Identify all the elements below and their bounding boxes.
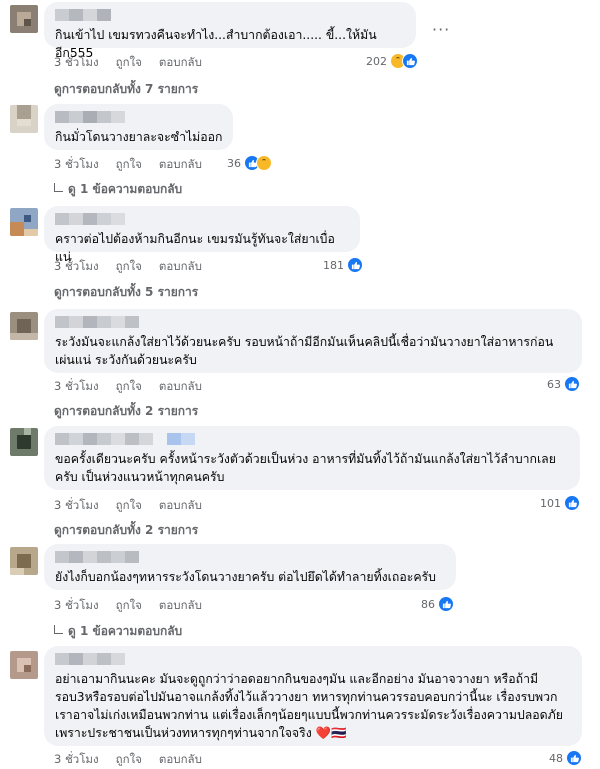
avatar[interactable]: [10, 5, 38, 33]
commenter-name-redacted[interactable]: [55, 213, 350, 225]
reply-button[interactable]: ตอบกลับ: [159, 54, 202, 72]
avatar[interactable]: [10, 312, 38, 340]
commenter-name-redacted[interactable]: [55, 653, 572, 665]
like-button[interactable]: ถูกใจ: [116, 378, 142, 396]
comment-bubble: กินมั่วโดนวางยาละจะซำไม่ออก: [44, 104, 233, 150]
comment-actions: 3 ชั่วโมง ถูกใจ ตอบกลับ: [54, 751, 202, 769]
commenter-name-redacted[interactable]: [55, 111, 223, 123]
view-replies-link[interactable]: ดูการตอบกลับทั้ง 7 รายการ: [54, 80, 198, 99]
like-reaction-icon: [402, 53, 418, 69]
timestamp[interactable]: 3 ชั่วโมง: [54, 156, 99, 174]
comment-text: ระวังมันจะแกล้งใส่ยาไว้ด้วยนะครับ รอบหน้…: [55, 335, 554, 367]
view-replies-link[interactable]: ดูการตอบกลับทั้ง 2 รายการ: [54, 402, 198, 421]
avatar[interactable]: [10, 208, 38, 236]
like-button[interactable]: ถูกใจ: [116, 54, 142, 72]
reply-arrow-icon: [54, 183, 63, 192]
reaction-count: 202: [366, 54, 387, 68]
avatar[interactable]: [10, 105, 38, 133]
replies-label[interactable]: ดู 1 ข้อความตอบกลับ: [68, 182, 182, 196]
like-button[interactable]: ถูกใจ: [116, 497, 142, 515]
comment-actions: 3 ชั่วโมง ถูกใจ ตอบกลับ: [54, 497, 202, 515]
avatar[interactable]: [10, 547, 38, 575]
timestamp[interactable]: 3 ชั่วโมง: [54, 597, 99, 615]
reaction-summary[interactable]: 48: [549, 750, 582, 766]
reaction-summary[interactable]: 101: [540, 495, 580, 511]
reply-button[interactable]: ตอบกลับ: [159, 258, 202, 276]
like-reaction-icon: [347, 257, 363, 273]
reply-button[interactable]: ตอบกลับ: [159, 597, 202, 615]
commenter-name-redacted[interactable]: [55, 551, 446, 563]
comment-actions: 3 ชั่วโมง ถูกใจ ตอบกลับ: [54, 156, 202, 174]
replies-label[interactable]: ดูการตอบกลับทั้ง 2 รายการ: [54, 523, 198, 537]
reply-button[interactable]: ตอบกลับ: [159, 156, 202, 174]
commenter-name-redacted[interactable]: [55, 433, 570, 445]
replies-label[interactable]: ดูการตอบกลับทั้ง 2 รายการ: [54, 404, 198, 418]
replies-label[interactable]: ดูการตอบกลับทั้ง 5 รายการ: [54, 285, 198, 299]
comment-actions: 3 ชั่วโมง ถูกใจ ตอบกลับ: [54, 258, 202, 276]
commenter-name-redacted[interactable]: [55, 9, 406, 21]
like-reaction-icon: [564, 376, 580, 392]
reaction-count: 48: [549, 751, 563, 765]
reply-button[interactable]: ตอบกลับ: [159, 378, 202, 396]
like-button[interactable]: ถูกใจ: [116, 258, 142, 276]
replies-label[interactable]: ดูการตอบกลับทั้ง 7 รายการ: [54, 82, 198, 96]
reply-arrow-icon: [54, 625, 63, 634]
comment-bubble: ระวังมันจะแกล้งใส่ยาไว้ด้วยนะครับ รอบหน้…: [44, 309, 582, 373]
reaction-summary[interactable]: 63: [547, 376, 580, 392]
comment-text: ยังไงก็บอกน้องๆทหารระวังโดนวางยาครับ ต่อ…: [55, 570, 436, 584]
comment-actions: 3 ชั่วโมง ถูกใจ ตอบกลับ: [54, 378, 202, 396]
reply-button[interactable]: ตอบกลับ: [159, 751, 202, 769]
like-reaction-icon: [438, 596, 454, 612]
comment-bubble: ยังไงก็บอกน้องๆทหารระวังโดนวางยาครับ ต่อ…: [44, 544, 456, 590]
reaction-summary[interactable]: 181: [323, 257, 363, 273]
commenter-name-redacted[interactable]: [55, 316, 572, 328]
comment-bubble: อย่าเอามากินนะคะ มันจะดูถูกว่าว่าอดอยากก…: [44, 646, 582, 746]
reaction-summary[interactable]: 202 ᵔ: [366, 53, 418, 69]
comment-actions: 3 ชั่วโมง ถูกใจ ตอบกลับ: [54, 597, 202, 615]
reaction-summary[interactable]: 36 ᵔ: [227, 155, 272, 171]
more-options-icon[interactable]: ···: [432, 20, 450, 39]
timestamp[interactable]: 3 ชั่วโมง: [54, 378, 99, 396]
view-replies-link[interactable]: ดู 1 ข้อความตอบกลับ: [54, 622, 182, 641]
like-reaction-icon: [566, 750, 582, 766]
reply-button[interactable]: ตอบกลับ: [159, 497, 202, 515]
reaction-count: 181: [323, 258, 344, 272]
like-reaction-icon: [564, 495, 580, 511]
comment-bubble: กินเข้าไป เขมรทวงคืนจะทำไง...สำบากต้องเอ…: [44, 2, 416, 60]
reaction-summary[interactable]: 86: [421, 596, 454, 612]
like-button[interactable]: ถูกใจ: [116, 597, 142, 615]
comment-text: กินมั่วโดนวางยาละจะซำไม่ออก: [55, 130, 223, 144]
reaction-count: 63: [547, 377, 561, 391]
comment-text: อย่าเอามากินนะคะ มันจะดูถูกว่าว่าอดอยากก…: [55, 672, 563, 740]
reaction-count: 86: [421, 597, 435, 611]
comment-bubble: ขอครั้งเดียวนะครับ ครั้งหน้าระวังตัวด้วย…: [44, 426, 580, 490]
timestamp[interactable]: 3 ชั่วโมง: [54, 54, 99, 72]
reaction-count: 36: [227, 156, 241, 170]
like-button[interactable]: ถูกใจ: [116, 751, 142, 769]
view-replies-link[interactable]: ดูการตอบกลับทั้ง 5 รายการ: [54, 283, 198, 302]
like-button[interactable]: ถูกใจ: [116, 156, 142, 174]
view-replies-link[interactable]: ดู 1 ข้อความตอบกลับ: [54, 180, 182, 199]
comment-actions: 3 ชั่วโมง ถูกใจ ตอบกลับ: [54, 54, 202, 72]
avatar[interactable]: [10, 651, 38, 679]
timestamp[interactable]: 3 ชั่วโมง: [54, 751, 99, 769]
reaction-count: 101: [540, 496, 561, 510]
haha-reaction-icon: ᵔ: [256, 155, 272, 171]
timestamp[interactable]: 3 ชั่วโมง: [54, 497, 99, 515]
view-replies-link[interactable]: ดูการตอบกลับทั้ง 2 รายการ: [54, 521, 198, 540]
comment-text: ขอครั้งเดียวนะครับ ครั้งหน้าระวังตัวด้วย…: [55, 452, 556, 484]
timestamp[interactable]: 3 ชั่วโมง: [54, 258, 99, 276]
avatar[interactable]: [10, 428, 38, 456]
replies-label[interactable]: ดู 1 ข้อความตอบกลับ: [68, 624, 182, 638]
comment-bubble: คราวต่อไปต้องห้ามกินอีกนะ เขมรมันรู้ทันจ…: [44, 206, 360, 264]
